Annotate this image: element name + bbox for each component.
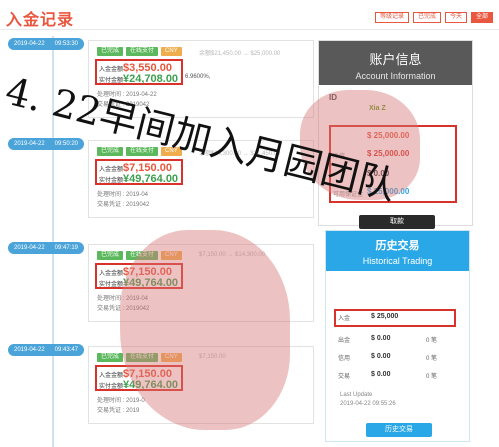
record-date: 2019-04-22 09:53:30 <box>8 38 84 50</box>
history-panel: 历史交易 Historical Trading 入金 $ 25,000 出金 $… <box>325 230 470 442</box>
row-count: 0 笔 <box>426 338 438 344</box>
time-text: 09:50:20 <box>54 141 78 147</box>
paid-label: 实付金额 <box>99 384 124 390</box>
in-label: 入金金额 <box>99 271 124 277</box>
row-amount: $ 0.00 <box>371 353 391 360</box>
account-subtitle: Account Information <box>355 71 436 81</box>
amount-box: 入金金额 $7,150.00 实付金额 ¥49,764.00 <box>95 159 183 185</box>
paid-amount: ¥49,764.00 <box>123 173 179 185</box>
tab-all[interactable]: 全部 <box>470 12 493 23</box>
record-date: 2019-04-22 09:43:47 <box>8 344 84 356</box>
paid-label: 实付金额 <box>99 178 124 184</box>
row-label: 出金 <box>338 338 351 344</box>
date-text: 2019-04-22 <box>14 245 45 251</box>
status-badge: 已完成 <box>97 147 124 156</box>
row-label: 入金 <box>338 316 351 322</box>
process-time: 处理时间 : 2019-04 <box>97 192 149 198</box>
time-text: 09:47:19 <box>54 245 78 251</box>
process-time: 处理时间 : 2019-0 <box>97 398 145 404</box>
status-badge: 已完成 <box>97 47 124 56</box>
history-header: 历史交易 Historical Trading <box>326 231 469 271</box>
exchange-rate: 6.9600%, <box>185 74 211 80</box>
in-label: 入金金额 <box>99 373 124 379</box>
last-update: Last Update 2019-04-22 09:55:26 <box>340 391 396 409</box>
history-row-deposit: 入金 $ 25,000 <box>326 309 469 325</box>
history-subtitle: Historical Trading <box>362 256 433 266</box>
history-title: 历史交易 <box>375 240 420 252</box>
history-row-withdraw: 出金 $ 0.00 0 笔 <box>326 331 469 347</box>
in-label: 入金金额 <box>99 67 124 73</box>
status-badge: 已完成 <box>97 353 124 362</box>
in-label: 入金金额 <box>99 167 124 173</box>
history-button[interactable]: 历史交易 <box>366 423 432 437</box>
row-amount: $ 25,000 <box>371 313 399 320</box>
last-update-label: Last Update <box>340 392 373 398</box>
withdraw-button[interactable]: 取款 <box>359 215 435 229</box>
filter-tabs: 等级记录 已完成 今天 全部 <box>374 12 493 23</box>
header: 入金记录 等级记录 已完成 今天 全部 <box>0 0 499 30</box>
currency-badge: CNY <box>161 47 182 56</box>
paid-amount: ¥24,708.00 <box>123 73 179 85</box>
row-label: 交易 <box>338 374 351 380</box>
row-count: 0 笔 <box>426 356 438 362</box>
history-row-credit: 信用 $ 0.00 0 笔 <box>326 349 469 365</box>
time-text: 09:43:47 <box>54 347 78 353</box>
date-text: 2019-04-22 <box>14 347 45 353</box>
history-row-trade: 交易 $ 0.00 0 笔 <box>326 367 469 383</box>
tab-today[interactable]: 今天 <box>444 12 467 23</box>
balance-change: 余额$21,450.00 → $25,000.00 <box>199 51 281 57</box>
row-amount: $ 0.00 <box>371 371 391 378</box>
row-amount: $ 0.00 <box>371 335 391 342</box>
row-count: 0 笔 <box>426 374 438 380</box>
record-date: 2019-04-22 09:50:20 <box>8 138 84 150</box>
date-text: 2019-04-22 <box>14 41 45 47</box>
method-badge: 在线支付 <box>126 47 159 56</box>
account-title: 账户信息 <box>369 52 422 67</box>
tab-level[interactable]: 等级记录 <box>374 12 409 23</box>
row-label: 信用 <box>338 356 351 362</box>
seal-watermark <box>120 230 290 430</box>
account-header: 账户信息 Account Information <box>319 41 472 85</box>
page-title: 入金记录 <box>6 12 75 29</box>
tab-completed[interactable]: 已完成 <box>412 12 441 23</box>
transaction-ref: 交易凭证 : 2019 <box>97 408 140 414</box>
paid-label: 实付金额 <box>99 282 124 288</box>
status-badge: 已完成 <box>97 251 124 260</box>
transaction-ref: 交易凭证 : 2019042 <box>97 202 150 208</box>
record-date: 2019-04-22 09:47:19 <box>8 242 84 254</box>
time-text: 09:53:30 <box>54 41 78 47</box>
date-text: 2019-04-22 <box>14 141 45 147</box>
last-update-time: 2019-04-22 09:55:26 <box>340 401 396 407</box>
amount-box: 入金金额 $3,550.00 实付金额 ¥24,708.00 <box>95 59 183 85</box>
